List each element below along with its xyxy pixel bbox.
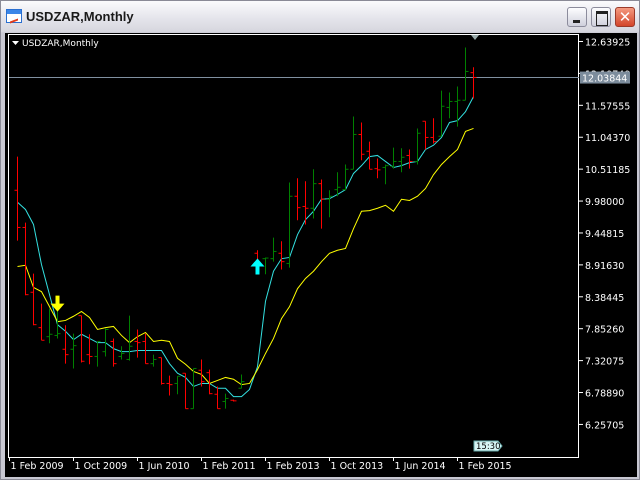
y-tick-label: 11.04370	[585, 133, 630, 144]
chart-window: USDZAR,Monthly ✕ USDZAR,Monthly 12.63925 1…	[0, 0, 640, 480]
y-tick-label: 9.98000	[585, 197, 624, 208]
fast_ma-line	[17, 96, 474, 398]
y-tick-label: 6.25705	[585, 420, 624, 431]
y-tick-label: 8.38445	[585, 293, 624, 304]
slow_ma-line	[17, 127, 474, 386]
y-tick-label: 11.57555	[585, 101, 630, 112]
y-tick-label: 6.78890	[585, 389, 624, 400]
current-price-label: 12.03844	[582, 74, 627, 85]
title-bar[interactable]: USDZAR,Monthly ✕	[1, 1, 639, 32]
close-icon: ✕	[618, 8, 632, 26]
x-tick-label: 1 Oct 2009	[75, 461, 128, 472]
x-tick-label: 1 Feb 2013	[267, 461, 320, 472]
price-chart[interactable]: USDZAR,Monthly12.6392512.1074011.5755511…	[5, 33, 637, 477]
chart-shift-marker-icon	[471, 35, 479, 40]
chart-symbol-label: USDZAR,Monthly	[22, 39, 99, 49]
y-tick-label: 12.63925	[585, 38, 630, 49]
x-tick-label: 1 Feb 2011	[203, 461, 256, 472]
close-button[interactable]: ✕	[615, 7, 635, 27]
time-label: 15:30	[476, 442, 501, 452]
buy-arrow-up-icon	[250, 258, 265, 275]
x-tick-label: 1 Feb 2009	[11, 461, 64, 472]
y-tick-label: 7.32075	[585, 357, 624, 368]
window-title: USDZAR,Monthly	[26, 9, 134, 24]
minimize-button[interactable]	[567, 7, 587, 27]
x-tick-label: 1 Jun 2014	[395, 461, 446, 472]
x-tick-label: 1 Jun 2010	[139, 461, 190, 472]
chart-window-icon	[6, 9, 22, 23]
y-tick-label: 10.51185	[585, 165, 630, 176]
x-tick-label: 1 Oct 2013	[331, 461, 384, 472]
dropdown-triangle-icon	[12, 41, 19, 45]
maximize-button[interactable]	[591, 7, 611, 27]
chart-area[interactable]: USDZAR,Monthly12.6392512.1074011.5755511…	[5, 33, 637, 477]
sell-arrow-down-icon	[50, 295, 65, 312]
y-tick-label: 7.85260	[585, 325, 624, 336]
x-tick-label: 1 Feb 2015	[459, 461, 512, 472]
y-tick-label: 8.91630	[585, 261, 624, 272]
y-tick-label: 9.44815	[585, 229, 624, 240]
